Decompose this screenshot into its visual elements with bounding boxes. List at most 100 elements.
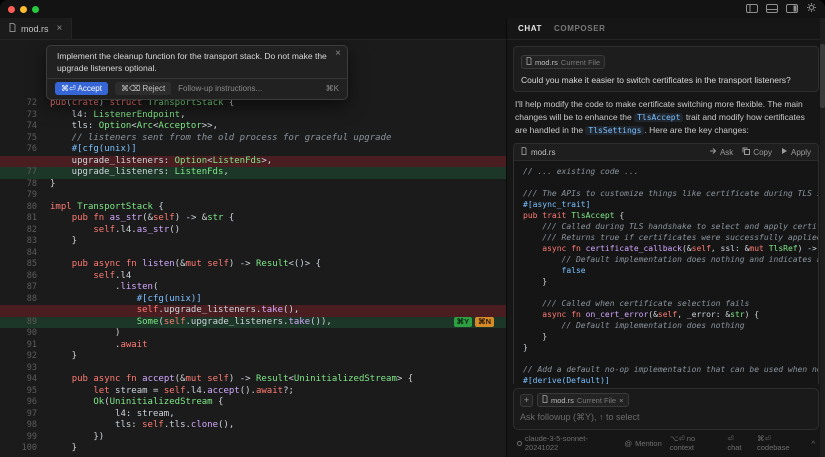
code-line[interactable]: 100 } [0,443,506,455]
context-file-chip[interactable]: mod.rs Current File [521,55,605,69]
line-number: 85 [0,259,50,271]
tab-composer[interactable]: COMPOSER [554,24,605,33]
followup-shortcut: ⌘K [326,84,339,93]
code-line[interactable]: 86 self.l4 [0,271,506,283]
code-line[interactable]: 96 Ok(UninitializedStream { [0,397,506,409]
inline-code: TlsSettings [585,126,644,135]
footer-shortcut[interactable]: ⌥⏎ no context [670,434,720,452]
file-icon [9,23,16,34]
code-line: /// Returns true if certificates were su… [523,232,818,243]
footer-shortcut[interactable]: ⏎ chat [727,434,749,452]
model-selector[interactable]: claude-3-5-sonnet-20241022 [517,434,616,452]
code-line[interactable]: 74 tls: Option<Arc<Acceptor>>, [0,121,506,133]
line-number: 78 [0,179,50,191]
chat-panel: CHAT COMPOSER mod.rs Current File Could … [507,18,825,457]
code-line[interactable]: 95 let stream = self.l4.accept().await?; [0,386,506,398]
code-line[interactable]: 98 tls: self.tls.clone(), [0,420,506,432]
code-line[interactable]: 94 pub async fn accept(&mut self) -> Res… [0,374,506,386]
popup-close-icon[interactable]: × [335,48,341,59]
diff-added-line[interactable]: 77 upgrade_listeners: ListenFds, [0,167,506,179]
code-text: upgrade_listeners: Option<ListenFds>, [50,156,272,168]
toggle-left-sidebar-icon[interactable] [746,0,758,18]
tab-modrs[interactable]: mod.rs × [0,18,72,39]
editor-lines: 72pub(crate) struct TransportStack {73 l… [0,98,506,455]
code-line[interactable]: 91 .await [0,340,506,352]
code-block-header: mod.rs Ask Copy [514,144,818,161]
model-icon [517,441,522,446]
code-line[interactable]: 97 l4: stream, [0,409,506,421]
add-context-button[interactable]: + [520,394,533,407]
titlebar-icons [746,0,817,18]
code-text: pub fn as_str(&self) -> &str { [50,213,234,225]
code-line[interactable]: 80impl TransportStack { [0,202,506,214]
line-number: 100 [0,443,50,455]
footer-shortcut[interactable]: ⌘⏎ codebase [757,434,803,452]
code-line[interactable]: 93 [0,363,506,375]
code-text: self.upgrade_listeners.take(), [50,305,299,317]
zoom-window-icon[interactable] [32,6,39,13]
code-text: .listen( [50,282,158,294]
code-line[interactable]: 92 } [0,351,506,363]
close-window-icon[interactable] [8,6,15,13]
toggle-bottom-panel-icon[interactable] [766,0,778,18]
settings-gear-icon[interactable] [806,0,817,18]
remove-context-icon[interactable]: × [619,396,623,405]
reject-button[interactable]: ⌘⌫ Reject [115,82,171,95]
code-line[interactable]: 73 l4: ListenerEndpoint, [0,110,506,122]
code-text: let stream = self.l4.accept().await?; [50,386,294,398]
code-line[interactable]: 85 pub async fn listen(&mut self) -> Res… [0,259,506,271]
code-line: /// Called when certificate selection fa… [523,298,818,309]
scrollbar-thumb[interactable] [820,44,825,108]
inline-edit-popup: × Implement the cleanup function for the… [46,45,348,100]
line-number: 79 [0,190,50,202]
titlebar [0,0,825,18]
code-editor[interactable]: × Implement the cleanup function for the… [0,40,506,457]
apply-button[interactable]: Apply [781,147,811,157]
line-number: 75 [0,133,50,145]
diff-reject-badge[interactable]: ⌘N [475,317,494,327]
copy-button[interactable]: Copy [742,147,772,157]
code-text: self.l4 [50,271,131,283]
followup-instructions-button[interactable]: Follow-up instructions... [178,84,262,93]
code-line[interactable]: 82 self.l4.as_str() [0,225,506,237]
code-text: // listeners sent from the old process f… [50,133,391,145]
code-line[interactable]: 88 #[cfg(unix)] [0,294,506,306]
code-line[interactable]: 81 pub fn as_str(&self) -> &str { [0,213,506,225]
copy-icon [742,147,750,157]
ask-button[interactable]: Ask [709,147,733,157]
code-line[interactable]: 99 }) [0,432,506,444]
diff-removed-line[interactable]: upgrade_listeners: Option<ListenFds>, [0,156,506,168]
code-line[interactable]: 76 #[cfg(unix)] [0,144,506,156]
ask-icon [709,147,717,157]
chat-input[interactable] [520,412,812,422]
code-line[interactable]: 83 } [0,236,506,248]
toggle-right-sidebar-icon[interactable] [786,0,798,18]
context-file-name: mod.rs [535,58,558,67]
tab-chat[interactable]: CHAT [518,24,542,33]
code-line: #[async_trait] [523,199,818,210]
composer-file-chip[interactable]: mod.rs Current File × [537,393,629,407]
line-number: 76 [0,144,50,156]
code-line[interactable]: 84 [0,248,506,260]
code-line[interactable]: 87 .listen( [0,282,506,294]
chat-scrollbar[interactable] [820,18,825,457]
diff-removed-line[interactable]: self.upgrade_listeners.take(), [0,305,506,317]
code-line[interactable]: 75 // listeners sent from the old proces… [0,133,506,145]
accept-button[interactable]: ⌘⏎ Accept [55,82,108,95]
code-line[interactable]: 78} [0,179,506,191]
diff-accept-badge[interactable]: ⌘Y [454,317,473,327]
code-text: tls: Option<Arc<Acceptor>>, [50,121,218,133]
code-line[interactable]: 79 [0,190,506,202]
composer-file-name: mod.rs [551,396,574,405]
chevron-up-icon[interactable]: ^ [811,439,815,448]
code-text: #[cfg(unix)] [50,294,202,306]
code-line[interactable]: 90 ) [0,328,506,340]
tab-close-icon[interactable]: × [57,23,63,34]
mention-button[interactable]: @ Mention [624,439,661,448]
minimize-window-icon[interactable] [20,6,27,13]
app-window: mod.rs × × Implement the cleanup functio… [0,0,825,457]
code-line: // Add a default no-op implementation th… [523,364,818,375]
code-line [523,287,818,298]
diff-added-line[interactable]: 89 Some(self.upgrade_listeners.take()),⌘… [0,317,506,329]
assistant-message-text: I'll help modify the code to make certif… [513,98,819,137]
